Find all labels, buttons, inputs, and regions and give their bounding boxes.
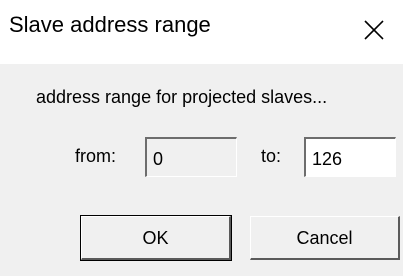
slave-address-range-dialog: Slave address range address range for pr… [0,0,403,276]
to-label: to: [261,146,282,166]
from-field[interactable] [145,137,237,177]
to-field[interactable] [304,137,396,177]
description-label: address range for projected slaves... [36,87,328,107]
window-title: Slave address range [9,12,211,37]
title-bar: Slave address range [0,0,403,64]
cancel-button[interactable]: Cancel [250,216,400,260]
close-button[interactable] [350,10,396,50]
ok-button[interactable]: OK [80,215,232,261]
from-label: from: [75,146,117,166]
close-icon [364,20,384,40]
